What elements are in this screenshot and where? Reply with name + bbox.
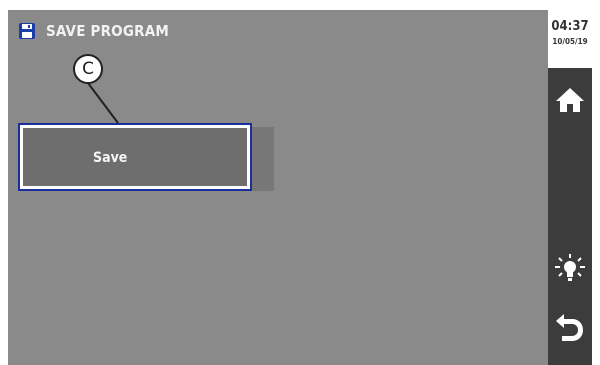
clock: 04:37 10/05/19 [548, 10, 592, 68]
title-bar: SAVE PROGRAM [8, 10, 548, 48]
clock-date: 10/05/19 [552, 37, 588, 46]
floppy-disk-icon [18, 22, 36, 40]
page-title: SAVE PROGRAM [46, 22, 170, 40]
save-button[interactable]: Save [18, 123, 252, 191]
lightbulb-icon[interactable] [554, 252, 586, 284]
clock-time: 04:37 [551, 19, 589, 34]
home-icon[interactable] [554, 84, 586, 116]
back-arrow-icon[interactable] [554, 310, 586, 342]
sidebar: 04:37 10/05/19 [548, 10, 592, 365]
screen: SAVE PROGRAM Save C 04:37 10/05/19 [8, 10, 592, 365]
save-button-label: Save [93, 150, 128, 166]
callout-label: C [73, 54, 103, 84]
